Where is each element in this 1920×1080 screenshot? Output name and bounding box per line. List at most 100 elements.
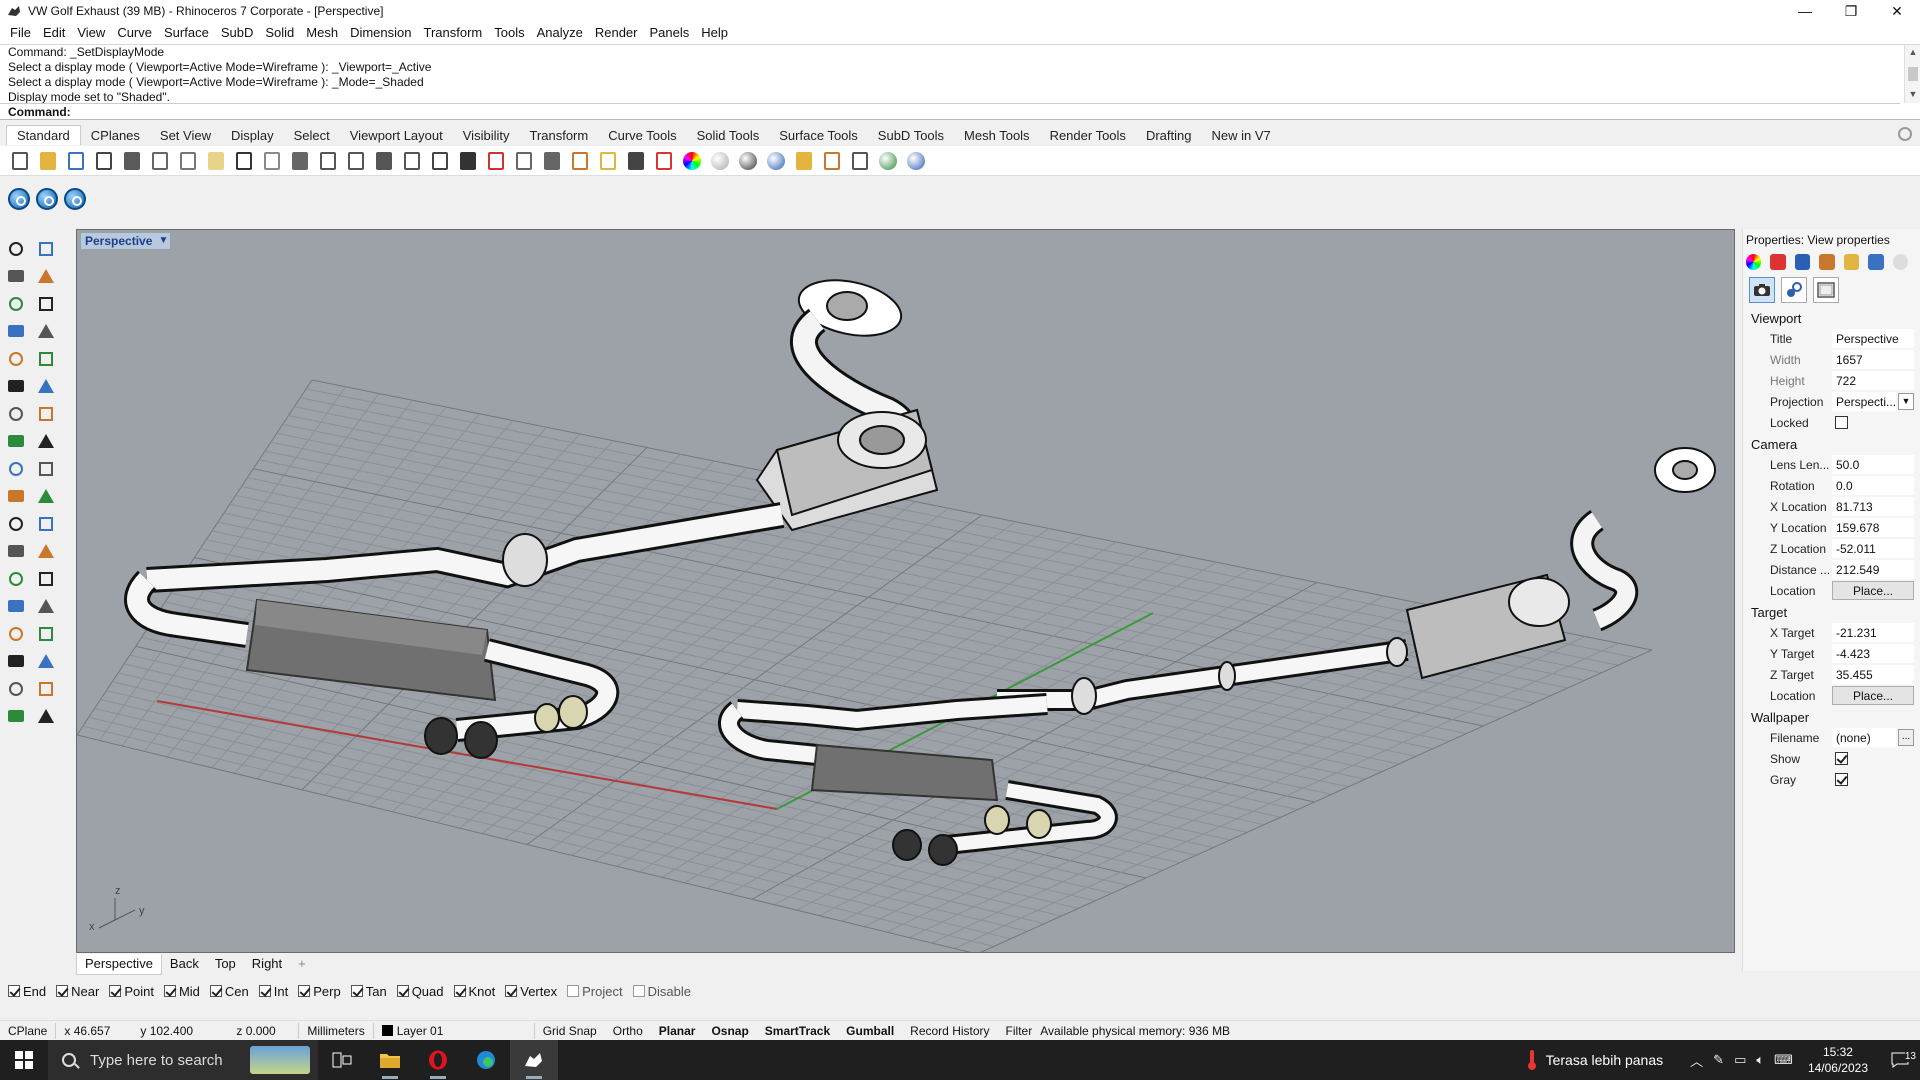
tab-transform[interactable]: Transform <box>519 126 598 145</box>
osnap-icon[interactable] <box>540 149 564 173</box>
filter-toggle[interactable]: Filter <box>998 1021 1041 1041</box>
menu-transform[interactable]: Transform <box>417 22 488 44</box>
chevron-down-icon[interactable]: ▼ <box>1898 393 1914 410</box>
field-z-target[interactable]: 35.455 <box>1832 665 1914 684</box>
tab-display[interactable]: Display <box>221 126 284 145</box>
hide-icon[interactable] <box>32 703 60 731</box>
menu-tools[interactable]: Tools <box>488 22 530 44</box>
viewport-menu-chevron-icon[interactable]: ▼ <box>158 233 168 249</box>
ellipse-icon[interactable] <box>32 290 60 318</box>
tab-settings-gear-icon[interactable] <box>1898 127 1912 141</box>
task-view-button[interactable] <box>318 1040 366 1080</box>
camera-place-button[interactable]: Place... <box>1832 581 1914 600</box>
color-wheel-icon[interactable] <box>1746 254 1762 270</box>
orient-icon[interactable] <box>32 620 60 648</box>
menu-solid[interactable]: Solid <box>259 22 300 44</box>
osnap-toggle[interactable]: Osnap <box>703 1021 756 1041</box>
render-preview-icon[interactable] <box>64 188 86 210</box>
osnap-near[interactable]: Near <box>56 984 99 999</box>
chevron-up-icon[interactable]: ︿ <box>1690 1051 1703 1070</box>
polygon-icon[interactable] <box>2 318 30 346</box>
points-icon[interactable] <box>568 149 592 173</box>
osnap-checkbox[interactable] <box>56 985 69 997</box>
opera-button[interactable] <box>414 1040 462 1080</box>
vp-tab-add-icon[interactable]: + <box>290 954 314 974</box>
open-icon[interactable] <box>36 149 60 173</box>
menu-file[interactable]: File <box>4 22 37 44</box>
tab-curve-tools[interactable]: Curve Tools <box>598 126 686 145</box>
menu-subd[interactable]: SubD <box>215 22 260 44</box>
minimize-button[interactable]: — <box>1782 0 1828 22</box>
tab-viewport-layout[interactable]: Viewport Layout <box>340 126 453 145</box>
osnap-checkbox[interactable] <box>163 985 176 997</box>
osnap-quad[interactable]: Quad <box>396 984 444 999</box>
tab-set-view[interactable]: Set View <box>150 126 221 145</box>
target-place-button[interactable]: Place... <box>1832 686 1914 705</box>
material-icon[interactable] <box>1770 254 1786 270</box>
osnap-cen[interactable]: Cen <box>209 984 249 999</box>
osnap-int[interactable]: Int <box>258 984 288 999</box>
paste-icon[interactable] <box>204 149 228 173</box>
rhino-taskbar-button[interactable] <box>510 1040 558 1080</box>
start-button[interactable] <box>0 1040 48 1080</box>
undo-icon[interactable] <box>232 149 256 173</box>
taskbar-search[interactable]: Type here to search <box>48 1040 318 1080</box>
rectangle-icon[interactable] <box>32 318 60 346</box>
osnap-end[interactable]: End <box>8 984 46 999</box>
array-icon[interactable] <box>2 620 30 648</box>
vp-tab-back[interactable]: Back <box>162 954 207 974</box>
copy-icon[interactable] <box>176 149 200 173</box>
tab-standard[interactable]: Standard <box>6 125 81 145</box>
render-blue-icon[interactable] <box>8 188 30 210</box>
split-icon[interactable] <box>32 510 60 538</box>
extrude-icon[interactable] <box>32 428 60 456</box>
circle-icon[interactable] <box>2 290 30 318</box>
viewport-scene[interactable]: z y x <box>77 230 1735 953</box>
field-x-location[interactable]: 81.713 <box>1832 497 1914 516</box>
exhaust-assembly-exploded[interactable] <box>718 447 1716 866</box>
osnap-checkbox[interactable] <box>505 985 518 997</box>
tab-solid-tools[interactable]: Solid Tools <box>687 126 770 145</box>
car-icon[interactable] <box>484 149 508 173</box>
light-icon[interactable] <box>596 149 620 173</box>
scroll-up-icon[interactable]: ▲ <box>1905 47 1920 57</box>
settings-icon[interactable] <box>1892 254 1908 270</box>
osnap-tan[interactable]: Tan <box>350 984 387 999</box>
field-filename[interactable]: (none) <box>1832 728 1896 747</box>
tab-render-tools[interactable]: Render Tools <box>1040 126 1136 145</box>
osnap-checkbox[interactable] <box>109 985 122 997</box>
surface-corner-icon[interactable] <box>2 373 30 401</box>
curve-fillet-icon[interactable] <box>32 345 60 373</box>
weather-widget[interactable]: Terasa lebih panas <box>1526 1049 1663 1071</box>
tab-drafting[interactable]: Drafting <box>1136 126 1202 145</box>
osnap-checkbox[interactable] <box>453 985 466 997</box>
tab-visibility[interactable]: Visibility <box>453 126 520 145</box>
edit-points-icon[interactable] <box>32 455 60 483</box>
scale-icon[interactable] <box>32 593 60 621</box>
osnap-checkbox[interactable] <box>8 985 20 997</box>
pen-icon[interactable]: ✎ <box>1713 1052 1724 1068</box>
browse-button[interactable]: ... <box>1898 729 1914 746</box>
gray-checkbox[interactable] <box>1835 773 1848 786</box>
close-button[interactable]: ✕ <box>1874 0 1920 22</box>
mesh-icon[interactable] <box>2 538 30 566</box>
loft-icon[interactable] <box>32 373 60 401</box>
osnap-checkbox[interactable] <box>258 985 271 997</box>
folder-icon[interactable] <box>1843 254 1860 270</box>
zoom-icon[interactable] <box>316 149 340 173</box>
projection-select[interactable]: Perspecti... <box>1832 392 1896 411</box>
gear-icon[interactable] <box>820 149 844 173</box>
cut-icon[interactable] <box>148 149 172 173</box>
checkmark-icon[interactable] <box>2 675 30 703</box>
menu-analyze[interactable]: Analyze <box>531 22 589 44</box>
new-icon[interactable] <box>8 149 32 173</box>
osnap-checkbox[interactable] <box>396 985 409 997</box>
vp-tab-right[interactable]: Right <box>244 954 290 974</box>
field-y-target[interactable]: -4.423 <box>1832 644 1914 663</box>
osnap-checkbox[interactable] <box>350 985 363 997</box>
brush-icon[interactable] <box>1819 254 1835 270</box>
rotate-view-icon[interactable] <box>288 149 312 173</box>
osnap-perp[interactable]: Perp <box>298 984 341 999</box>
osnap-checkbox[interactable] <box>209 985 222 997</box>
battery-icon[interactable]: ▭ <box>1734 1052 1746 1068</box>
